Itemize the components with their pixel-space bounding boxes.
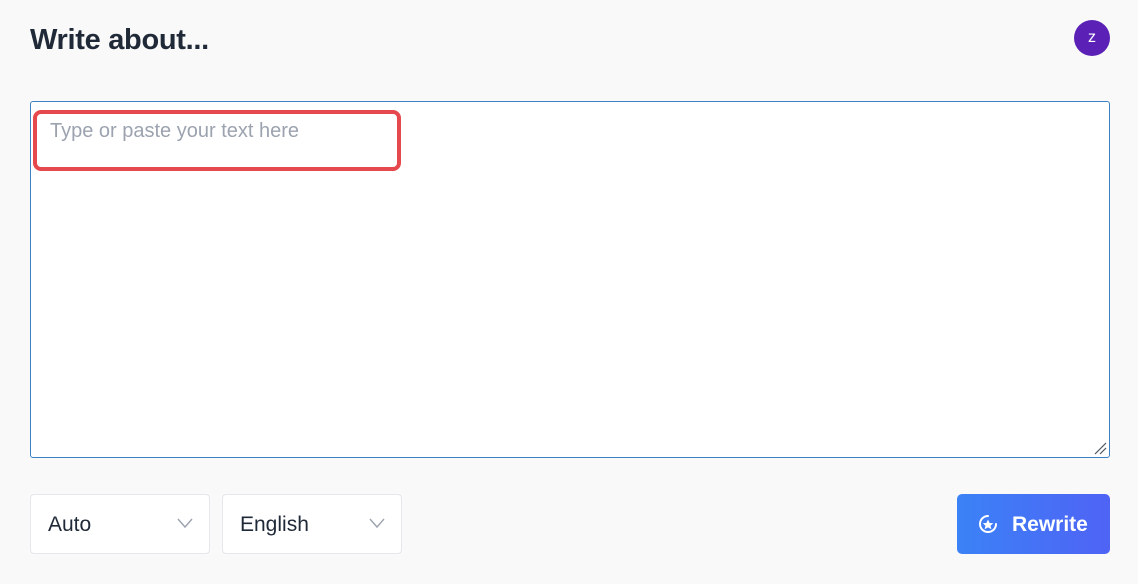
text-input[interactable] (30, 101, 1110, 458)
language-select-value: English (240, 513, 309, 536)
tone-select[interactable]: Auto (30, 494, 210, 554)
chevron-down-icon (369, 518, 385, 529)
rewrite-button[interactable]: Rewrite (957, 494, 1110, 554)
language-select[interactable]: English (222, 494, 402, 554)
chevron-down-icon (177, 518, 193, 529)
tone-select-value: Auto (48, 513, 92, 536)
editor-container (30, 101, 1110, 458)
user-avatar[interactable]: z (1074, 20, 1110, 56)
page-title: Write about... (30, 24, 209, 56)
resize-handle-icon[interactable] (1093, 441, 1107, 455)
sparkle-icon (979, 515, 997, 533)
rewrite-button-label: Rewrite (1012, 513, 1088, 536)
rewrite-page: Write about... z Auto English Rewrite (0, 0, 1138, 584)
